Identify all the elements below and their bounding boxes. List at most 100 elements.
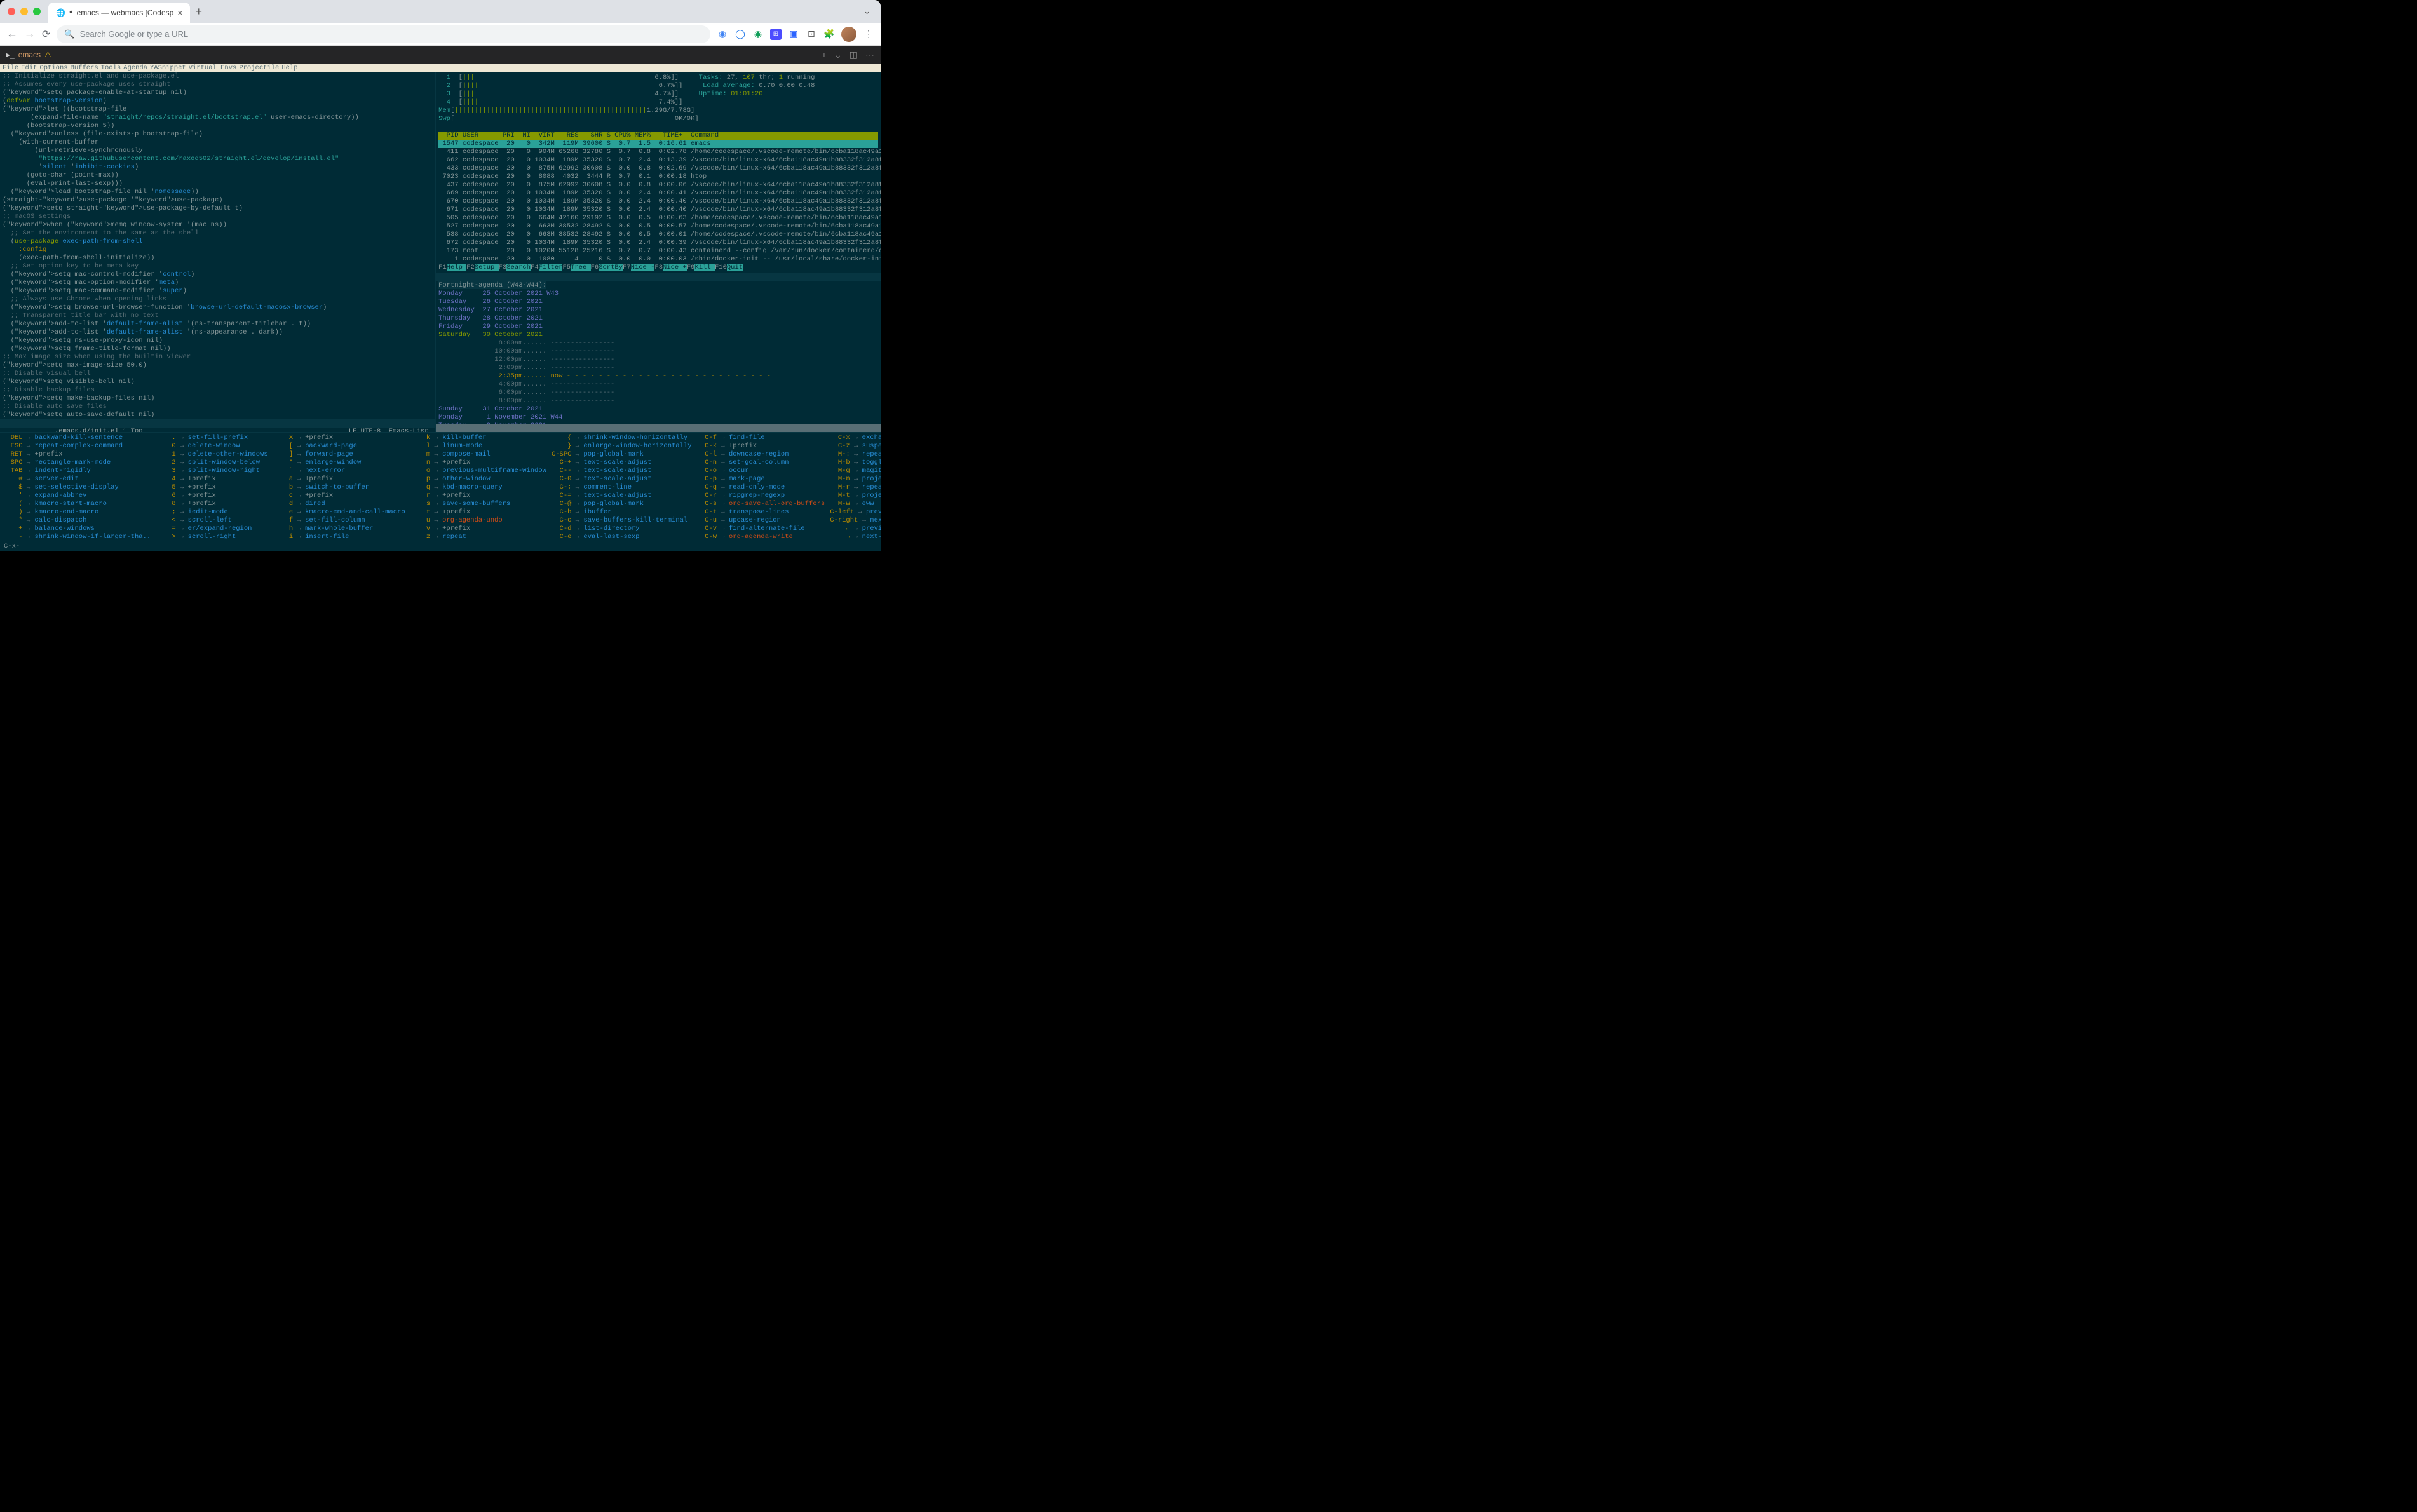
new-tab-button[interactable]: +	[195, 5, 202, 18]
extension-icon-4[interactable]: ⊞	[770, 29, 782, 40]
window-zoom[interactable]	[33, 8, 41, 15]
code-line: ;; Set the environment to the same as th…	[0, 229, 435, 238]
editor-tab-emacs[interactable]: ▸_ emacs ⚠	[6, 50, 51, 59]
htop-process-row[interactable]: 1547 codespace 20 0 342M 119M 39600 S 0.…	[438, 140, 878, 148]
code-line: (defvar bootstrap-version)	[0, 97, 435, 105]
tab-title: emacs — webmacs [Codesp	[77, 8, 174, 17]
terminal-icon: ▸_	[6, 50, 15, 59]
htop-process-row[interactable]: 1 codespace 20 0 1080 4 0 S 0.0 0.0 0:00…	[438, 255, 878, 264]
menu-buffers[interactable]: Buffers	[71, 64, 98, 72]
keybind-entry: 5 → +prefix	[156, 483, 267, 492]
window-close[interactable]	[8, 8, 15, 15]
omnibox[interactable]: 🔍 Search Google or type a URL	[57, 25, 710, 43]
close-tab-icon[interactable]: ×	[177, 8, 182, 18]
keybind-entry: C-right → next-buffer	[830, 516, 881, 525]
htop-process-row[interactable]: 538 codespace 20 0 663M 38532 28492 S 0.…	[438, 231, 878, 239]
code-line: (eval-print-last-sexp)))	[0, 180, 435, 188]
reload-button[interactable]: ⟳	[42, 28, 50, 41]
emacs-menubar[interactable]: File Edit Options Buffers Tools Agenda Y…	[0, 64, 881, 72]
menu-options[interactable]: Options	[39, 64, 67, 72]
keybind-entry: M-w → eww	[830, 500, 881, 508]
keybind-entry: M-t → projectile-term	[830, 492, 881, 500]
htop-process-row[interactable]: 433 codespace 20 0 875M 62992 30608 S 0.…	[438, 165, 878, 173]
menu-edit[interactable]: Edit	[21, 64, 37, 72]
htop-process-row[interactable]: 662 codespace 20 0 1034M 189M 35320 S 0.…	[438, 156, 878, 165]
menu-help[interactable]: Help	[281, 64, 297, 72]
code-line: ;; macOS settings	[0, 213, 435, 221]
menu-virtual envs[interactable]: Virtual Envs	[189, 64, 237, 72]
htop-process-row[interactable]: 670 codespace 20 0 1034M 189M 35320 S 0.…	[438, 198, 878, 206]
extension-icon-3[interactable]: ◉	[752, 29, 764, 40]
agenda-day[interactable]: Thursday 28 October 2021	[438, 314, 878, 323]
agenda-day[interactable]: Friday 29 October 2021	[438, 323, 878, 331]
modeline-htop: % .emacs.d [term] 1 AllLF UTF-8 VTerm	[436, 273, 881, 281]
keybind-entry: ] → forward-page	[273, 450, 405, 459]
agenda-day[interactable]: Tuesday 26 October 2021	[438, 298, 878, 306]
keybind-entry: ' → expand-abbrev	[3, 492, 151, 500]
code-line: ;; Set option key to be meta key	[0, 262, 435, 271]
code-line: ;; Disable visual bell	[0, 370, 435, 378]
keybind-entry: C-; → comment-line	[552, 483, 692, 492]
htop-process-row[interactable]: 527 codespace 20 0 663M 38532 28492 S 0.…	[438, 222, 878, 231]
htop-pane[interactable]: 1 [||| 6.8%]] Tasks: 27, 107 thr; 1 runn…	[436, 72, 881, 273]
more-actions-icon[interactable]: ⋯	[865, 50, 874, 60]
keybind-entry: C-c → save-buffers-kill-terminal	[552, 516, 692, 525]
keybind-entry: > → scroll-right	[156, 533, 267, 541]
agenda-day[interactable]: Monday 25 October 2021 W43	[438, 290, 878, 298]
keybind-entry: C-x → exchange-point-and-mark	[830, 434, 881, 442]
htop-process-row[interactable]: 672 codespace 20 0 1034M 189M 35320 S 0.…	[438, 239, 878, 247]
modeline-agenda: % *Org Agenda* 1 All 2:42PM 0.78 LF UTF-…	[436, 424, 881, 432]
code-line: (with-current-buffer	[0, 138, 435, 147]
new-editor-icon[interactable]: +	[822, 50, 827, 60]
modeline-init: .emacs.d/init.el 1 TopLF UTF-8 Emacs-Lis…	[0, 419, 435, 428]
forward-button[interactable]: →	[24, 27, 36, 41]
window-minimize[interactable]	[20, 8, 28, 15]
htop-process-row[interactable]: 669 codespace 20 0 1034M 189M 35320 S 0.…	[438, 189, 878, 198]
htop-process-row[interactable]: 411 codespace 20 0 904M 65268 32780 S 0.…	[438, 148, 878, 156]
keybind-entry: M-r → repeat-complex-command	[830, 483, 881, 492]
chrome-menu-icon[interactable]: ⋮	[863, 29, 874, 40]
extension-icon-6[interactable]: ⊡	[806, 29, 817, 40]
code-line: "https://raw.githubusercontent.com/raxod…	[0, 155, 435, 163]
keybind-entry: ESC → repeat-complex-command	[3, 442, 151, 450]
agenda-pane[interactable]: Fortnight-agenda (W43-W44):Monday 25 Oct…	[436, 281, 881, 424]
chevron-down-icon[interactable]: ⌄	[834, 50, 842, 60]
agenda-day[interactable]: Sunday 31 October 2021	[438, 405, 878, 414]
htop-process-row[interactable]: 173 root 20 0 1020M 55128 25216 S 0.7 0.…	[438, 247, 878, 255]
extension-icon-5[interactable]: ▣	[788, 29, 799, 40]
split-editor-icon[interactable]: ◫	[850, 50, 858, 60]
keybind-entry: 6 → +prefix	[156, 492, 267, 500]
extension-icon-2[interactable]: ◯	[735, 29, 746, 40]
keybind-entry: $ → set-selective-display	[3, 483, 151, 492]
extensions-menu-icon[interactable]: 🧩	[823, 29, 835, 40]
agenda-day[interactable]: Saturday 30 October 2021	[438, 331, 878, 339]
keybind-entry: t → +prefix	[410, 508, 546, 516]
emacs-terminal[interactable]: File Edit Options Buffers Tools Agenda Y…	[0, 64, 881, 551]
menu-agenda[interactable]: Agenda	[123, 64, 147, 72]
menu-projectile[interactable]: Projectile	[239, 64, 279, 72]
htop-process-row[interactable]: 671 codespace 20 0 1034M 189M 35320 S 0.…	[438, 206, 878, 214]
htop-fkeys[interactable]: F1Help F2Setup F3SearchF4FilterF5Tree F6…	[438, 264, 878, 272]
code-line: ("keyword">let ((bootstrap-file	[0, 105, 435, 114]
keybind-entry: r → +prefix	[410, 492, 546, 500]
back-button[interactable]: ←	[6, 27, 18, 41]
keybind-entry: < → scroll-left	[156, 516, 267, 525]
browser-tab[interactable]: 🌐 • emacs — webmacs [Codesp ×	[48, 3, 190, 23]
minibuffer-prefix: C-x-	[0, 543, 881, 551]
htop-process-row[interactable]: 7023 codespace 20 0 8088 4032 3444 R 0.7…	[438, 173, 878, 181]
keybind-entry: s → save-some-buffers	[410, 500, 546, 508]
agenda-day[interactable]: Wednesday 27 October 2021	[438, 306, 878, 314]
profile-avatar[interactable]	[841, 27, 856, 42]
agenda-day[interactable]: Monday 1 November 2021 W44	[438, 414, 878, 422]
keybind-entry: 4 → +prefix	[156, 475, 267, 483]
menu-tools[interactable]: Tools	[101, 64, 121, 72]
tab-list-chevron-icon[interactable]: ⌄	[863, 6, 870, 17]
extension-icon-1[interactable]: ◉	[717, 29, 728, 40]
menu-file[interactable]: File	[3, 64, 18, 72]
htop-process-row[interactable]: 505 codespace 20 0 664M 42160 29192 S 0.…	[438, 214, 878, 222]
menu-yasnippet[interactable]: YASnippet	[150, 64, 186, 72]
keybind-entry: C-r → ripgrep-regexp	[697, 492, 825, 500]
keybind-entry: o → previous-multiframe-window	[410, 467, 546, 475]
htop-process-row[interactable]: 437 codespace 20 0 875M 62992 30608 S 0.…	[438, 181, 878, 189]
emacs-left-pane[interactable]: ;; Initialize straight.el and use-packag…	[0, 72, 436, 432]
